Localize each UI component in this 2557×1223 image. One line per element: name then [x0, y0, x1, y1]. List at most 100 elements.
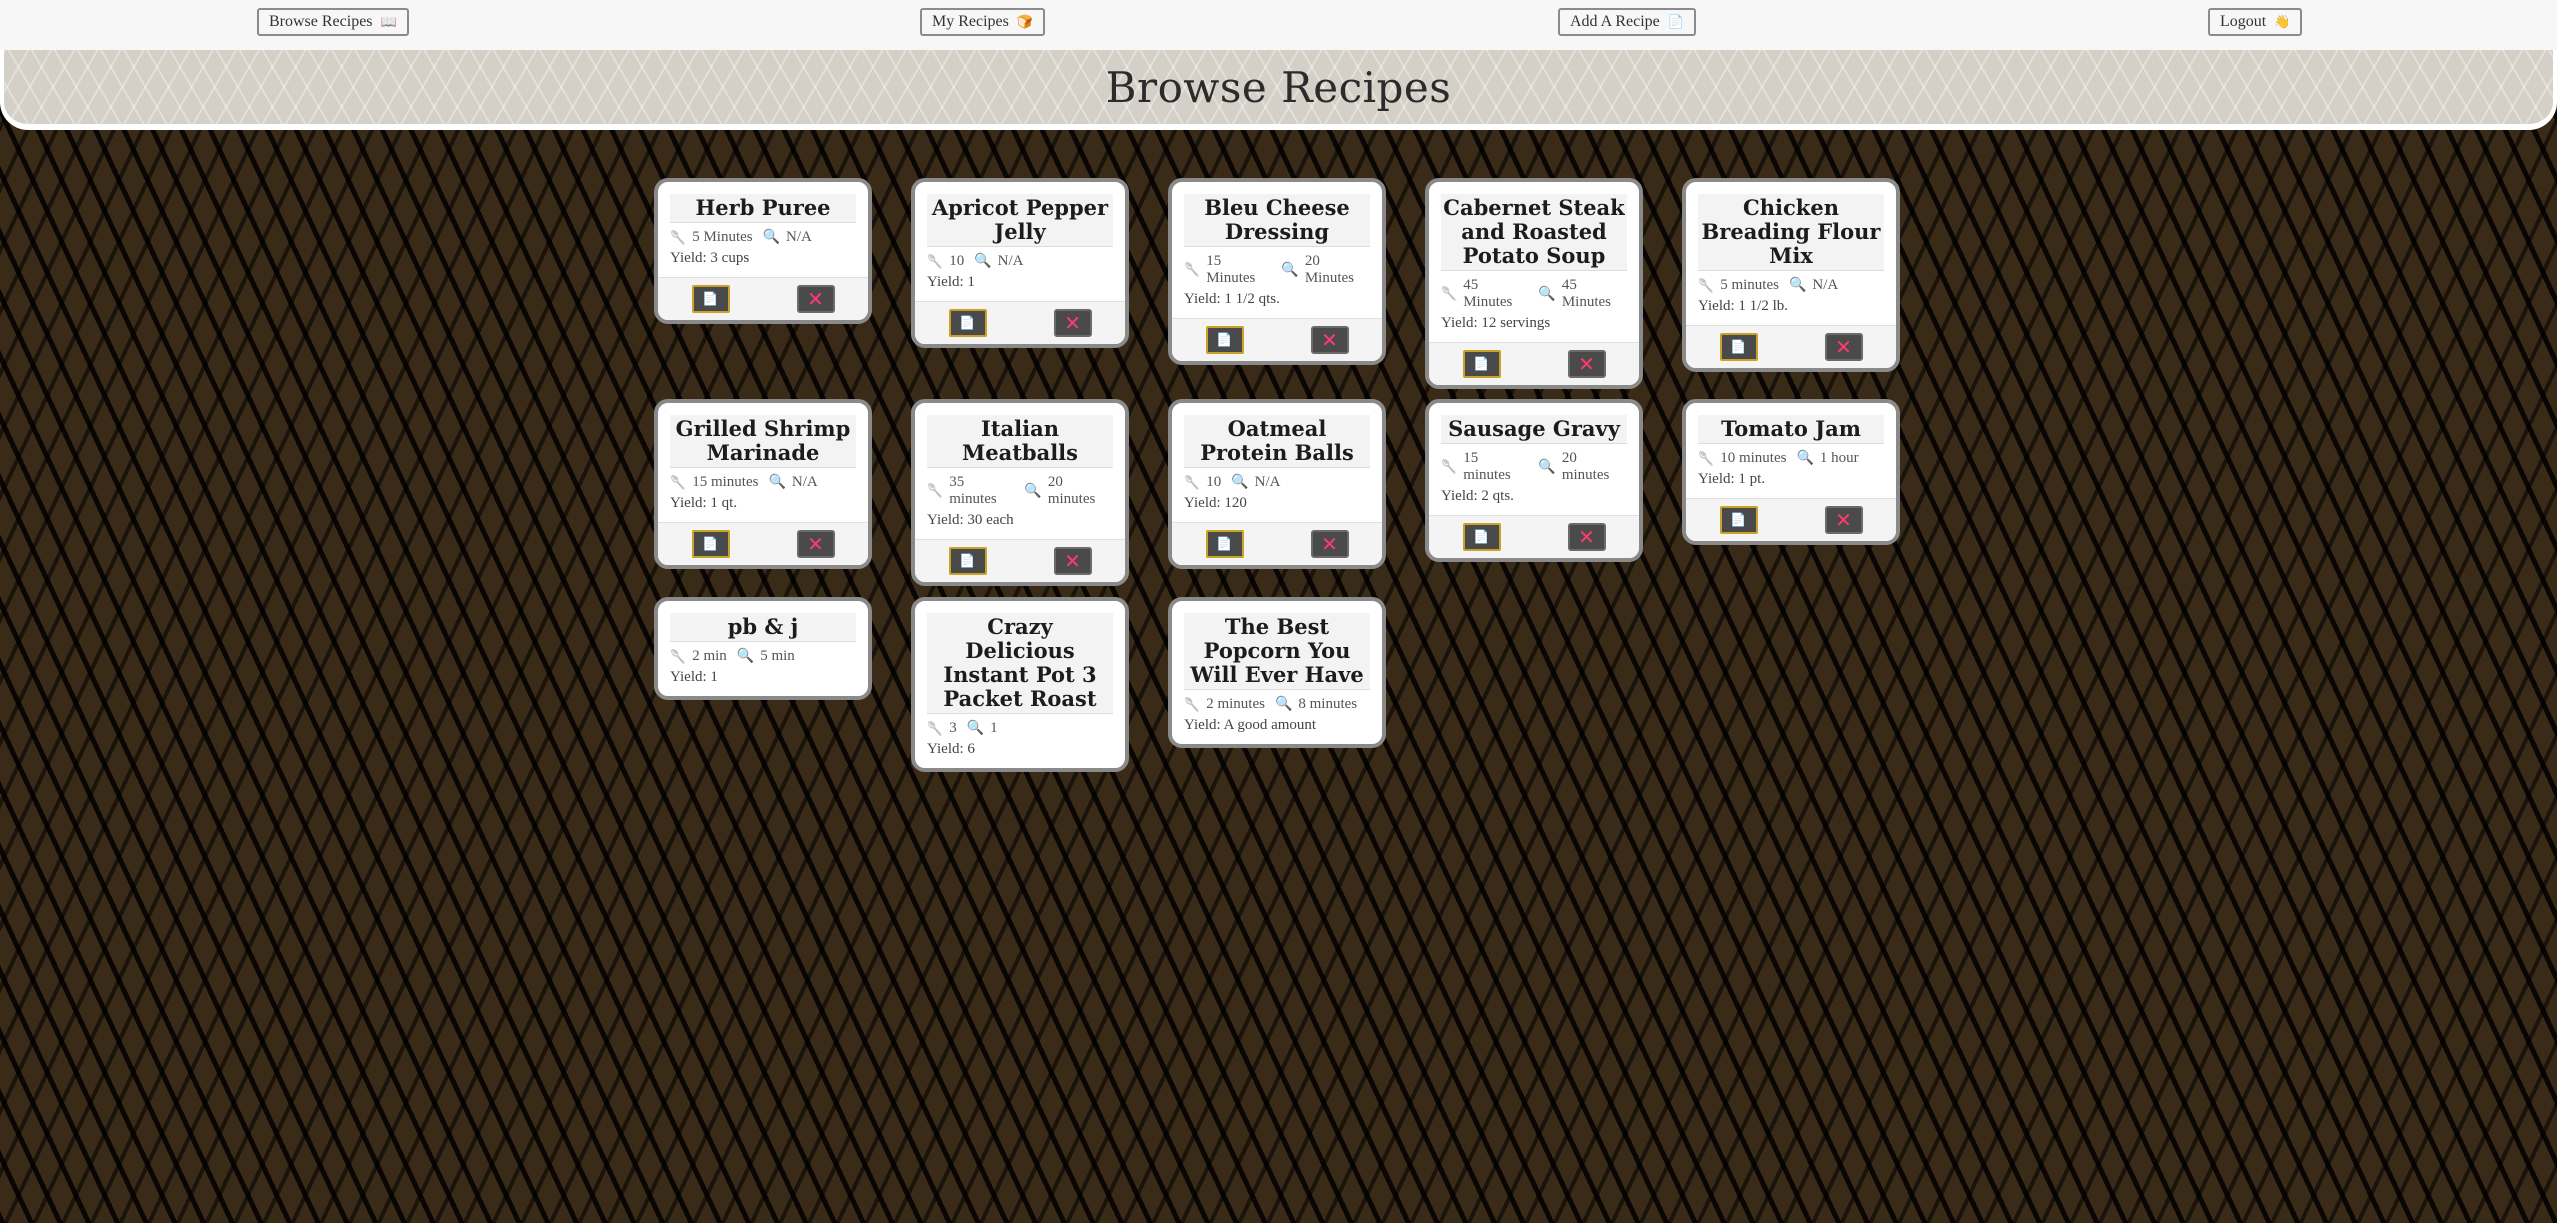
prep-time: 3 [949, 720, 957, 736]
recipe-title[interactable]: Grilled Shrimp Marinade [670, 415, 856, 468]
logout-label: Logout [2220, 13, 2267, 30]
recipe-yield: Yield: 120 [1184, 495, 1247, 511]
recipe-card[interactable]: pb & j 🥄 2 min 🔍 5 min Yield: 1 [654, 597, 872, 700]
recipe-card-actions: 📄 ✕ [1686, 498, 1896, 541]
delete-recipe-button[interactable]: ✕ [796, 530, 835, 558]
recipe-card-body: Apricot Pepper Jelly 🥄 10 🔍 N/A Yield: 1 [915, 182, 1125, 301]
book-icon: 📖 [380, 14, 397, 29]
magnifier-icon: 🔍 [966, 721, 985, 736]
page-title: Browse Recipes [1105, 62, 1452, 112]
recipe-title[interactable]: Italian Meatballs [927, 415, 1113, 468]
delete-recipe-button[interactable]: ✕ [1053, 309, 1092, 337]
recipe-times: 🥄 5 minutes 🔍 N/A [1698, 277, 1884, 294]
recipe-title[interactable]: Crazy Delicious Instant Pot 3 Packet Roa… [927, 613, 1113, 714]
cook-time: 1 hour [1819, 450, 1859, 466]
delete-recipe-button[interactable]: ✕ [796, 285, 835, 313]
cook-time: N/A [791, 474, 818, 490]
close-icon: ✕ [1321, 532, 1338, 556]
recipe-yield: Yield: 6 [927, 741, 975, 757]
delete-recipe-button[interactable]: ✕ [1567, 523, 1606, 551]
recipe-title[interactable]: Cabernet Steak and Roasted Potato Soup [1441, 194, 1627, 271]
cook-time: 8 minutes [1298, 696, 1358, 712]
prep-time: 2 minutes [1206, 696, 1265, 712]
recipe-card-body: Herb Puree 🥄 5 Minutes 🔍 N/A Yield: 3 cups [658, 182, 868, 277]
recipe-card[interactable]: Grilled Shrimp Marinade 🥄 15 minutes 🔍 N/A Yi… [654, 399, 872, 569]
document-icon: 📄 [1216, 536, 1233, 552]
view-recipe-button[interactable]: 📄 [948, 547, 987, 575]
recipe-yield: Yield: A good amount [1184, 717, 1317, 733]
view-recipe-button[interactable]: 📄 [1719, 333, 1758, 361]
delete-recipe-button[interactable]: ✕ [1824, 506, 1863, 534]
logout-button[interactable]: Logout 👋 [2208, 8, 2303, 36]
view-recipe-button[interactable]: 📄 [1462, 523, 1501, 551]
recipe-title[interactable]: pb & j [670, 613, 856, 642]
view-recipe-button[interactable]: 📄 [691, 285, 730, 313]
recipe-card[interactable]: Herb Puree 🥄 5 Minutes 🔍 N/A Yield: 3 cups 📄 ✕ [654, 178, 872, 324]
recipe-card-body: Italian Meatballs 🥄 35 minutes 🔍 20 minutes Y… [915, 403, 1125, 539]
recipe-title[interactable]: The Best Popcorn You Will Ever Have [1184, 613, 1370, 690]
recipe-card[interactable]: Oatmeal Protein Balls 🥄 10 🔍 N/A Yield: 120 📄 ✕ [1168, 399, 1386, 569]
recipe-card[interactable]: Sausage Gravy 🥄 15 minutes 🔍 20 minutes Yield… [1425, 399, 1643, 562]
view-recipe-button[interactable]: 📄 [948, 309, 987, 337]
document-icon: 📄 [959, 315, 976, 331]
recipe-times: 🥄 15 minutes 🔍 20 minutes [1441, 450, 1627, 484]
recipe-card[interactable]: Crazy Delicious Instant Pot 3 Packet Roa… [911, 597, 1129, 772]
cook-time: 1 [990, 720, 998, 736]
recipe-card-actions: 📄 ✕ [1429, 342, 1639, 385]
document-icon: 📄 [1473, 529, 1490, 545]
recipe-card[interactable]: Italian Meatballs 🥄 35 minutes 🔍 20 minutes Y… [911, 399, 1129, 586]
document-icon: 📄 [1216, 332, 1233, 348]
recipe-card-actions: 📄 ✕ [915, 539, 1125, 582]
delete-recipe-button[interactable]: ✕ [1824, 333, 1863, 361]
document-icon: 📄 [1667, 14, 1684, 29]
recipe-card[interactable]: The Best Popcorn You Will Ever Have 🥄 2 mi… [1168, 597, 1386, 748]
view-recipe-button[interactable]: 📄 [1719, 506, 1758, 534]
recipe-yield: Yield: 3 cups [670, 250, 750, 266]
delete-recipe-button[interactable]: ✕ [1310, 530, 1349, 558]
delete-recipe-button[interactable]: ✕ [1053, 547, 1092, 575]
view-recipe-button[interactable]: 📄 [1205, 326, 1244, 354]
view-recipe-button[interactable]: 📄 [1205, 530, 1244, 558]
cook-time: 20 minutes [1047, 474, 1096, 507]
recipe-card-actions: 📄 ✕ [1686, 325, 1896, 368]
spoon-icon: 🥄 [670, 648, 687, 664]
spoon-icon: 🥄 [927, 720, 944, 736]
add-recipe-button[interactable]: Add A Recipe 📄 [1558, 8, 1696, 36]
recipe-yield: Yield: 1 qt. [670, 495, 738, 511]
delete-recipe-button[interactable]: ✕ [1567, 350, 1606, 378]
magnifier-icon: 🔍 [1796, 451, 1814, 466]
recipe-title[interactable]: Herb Puree [670, 194, 856, 223]
document-icon: 📄 [702, 291, 719, 307]
recipe-card-body: Bleu Cheese Dressing 🥄 15 Minutes 🔍 20 Minut… [1172, 182, 1382, 318]
magnifier-icon: 🔍 [1274, 697, 1293, 712]
my-recipes-button[interactable]: My Recipes 🍞 [920, 8, 1046, 36]
prep-time: 5 Minutes [692, 229, 753, 245]
spoon-icon: 🥄 [1698, 450, 1715, 466]
recipe-card-body: Oatmeal Protein Balls 🥄 10 🔍 N/A Yield: 120 [1172, 403, 1382, 522]
recipe-title[interactable]: Tomato Jam [1698, 415, 1884, 444]
view-recipe-button[interactable]: 📄 [691, 530, 730, 558]
recipe-title[interactable]: Chicken Breading Flour Mix [1698, 194, 1884, 271]
recipe-card[interactable]: Cabernet Steak and Roasted Potato Soup 🥄 4… [1425, 178, 1643, 389]
browse-recipes-button[interactable]: Browse Recipes 📖 [257, 8, 409, 36]
magnifier-icon: 🔍 [762, 230, 781, 245]
browse-recipes-label: Browse Recipes [269, 13, 373, 30]
recipe-times: 🥄 2 min 🔍 5 min [670, 648, 856, 665]
magnifier-icon: 🔍 [1281, 262, 1299, 278]
delete-recipe-button[interactable]: ✕ [1310, 326, 1349, 354]
my-recipes-label: My Recipes [932, 13, 1009, 30]
prep-time: 45 Minutes [1463, 277, 1513, 310]
close-icon: ✕ [1321, 328, 1338, 352]
recipe-card[interactable]: Tomato Jam 🥄 10 minutes 🔍 1 hour Yield: 1 pt.… [1682, 399, 1900, 545]
recipe-title[interactable]: Oatmeal Protein Balls [1184, 415, 1370, 468]
document-icon: 📄 [959, 553, 976, 569]
recipe-card[interactable]: Apricot Pepper Jelly 🥄 10 🔍 N/A Yield: 1 📄 ✕ [911, 178, 1129, 348]
recipe-title[interactable]: Bleu Cheese Dressing [1184, 194, 1370, 247]
close-icon: ✕ [807, 287, 824, 311]
recipe-title[interactable]: Apricot Pepper Jelly [927, 194, 1113, 247]
view-recipe-button[interactable]: 📄 [1462, 350, 1501, 378]
recipe-card[interactable]: Chicken Breading Flour Mix 🥄 5 minutes 🔍 N/A… [1682, 178, 1900, 372]
cook-time: N/A [997, 253, 1024, 269]
recipe-title[interactable]: Sausage Gravy [1441, 415, 1627, 444]
recipe-card[interactable]: Bleu Cheese Dressing 🥄 15 Minutes 🔍 20 Minut… [1168, 178, 1386, 365]
